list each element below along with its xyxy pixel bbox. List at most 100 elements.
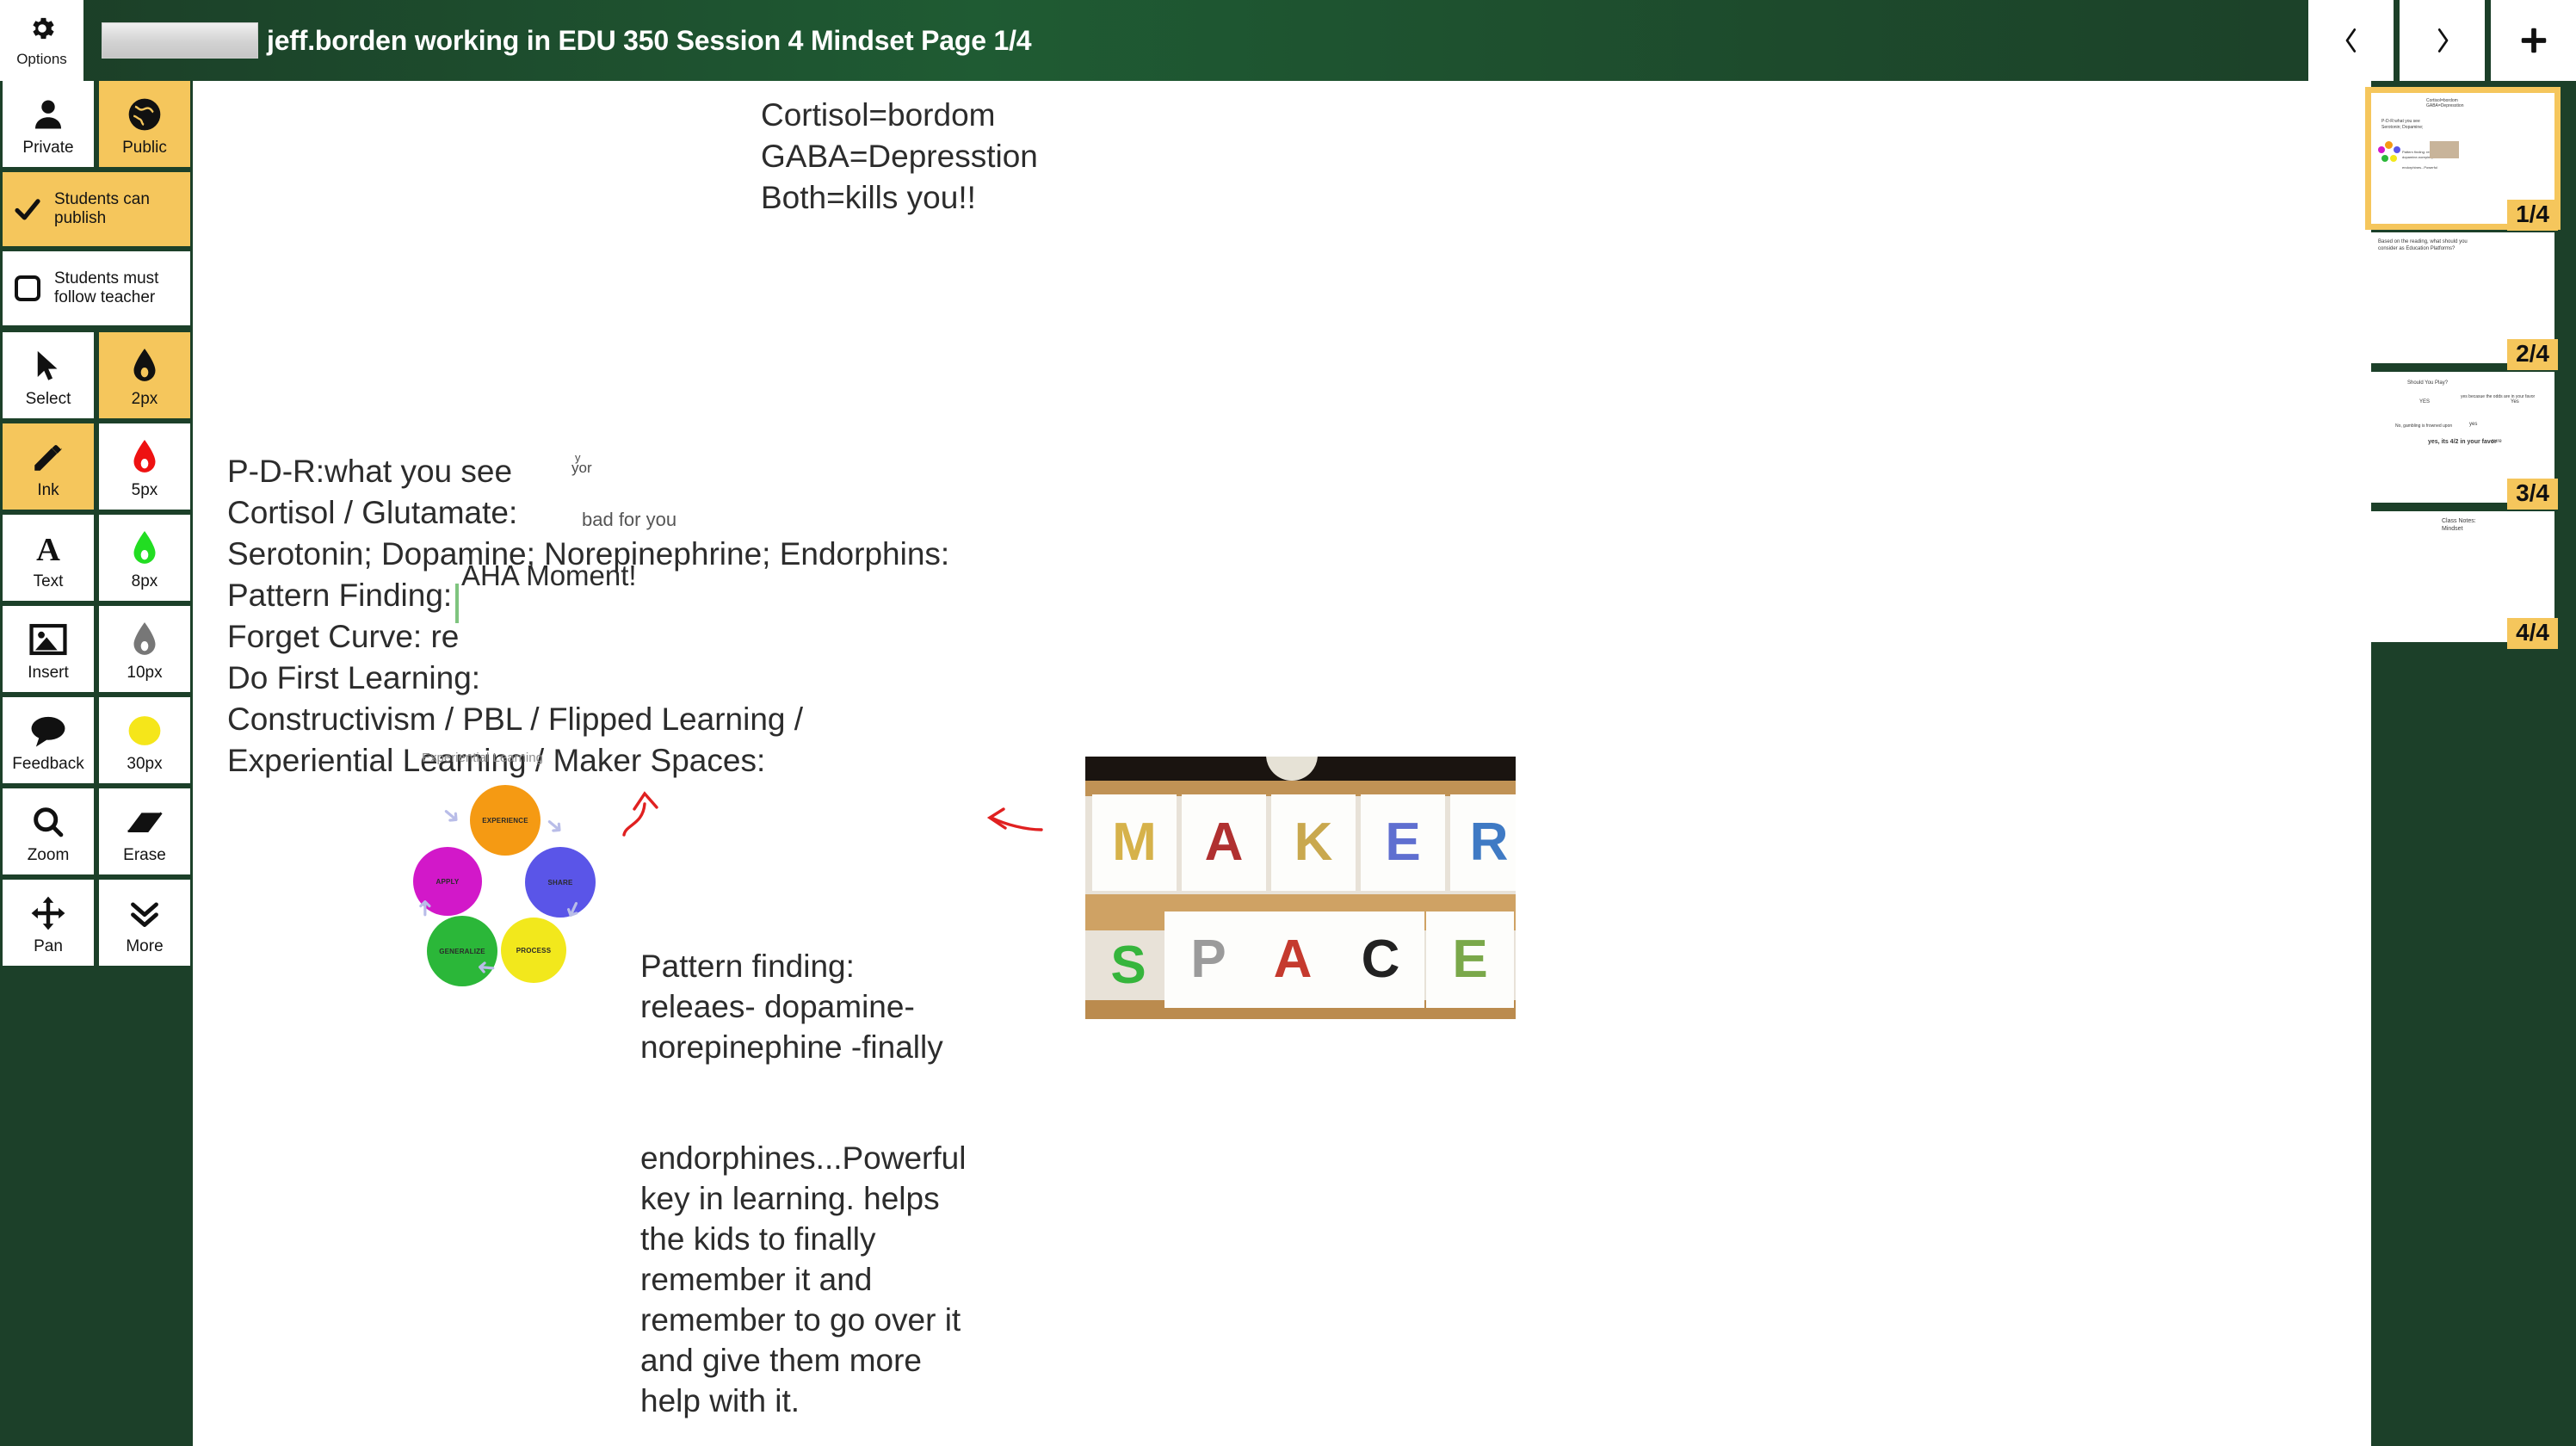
page-thumbnail-3[interactable]: Should You Play? YES yes becasue the odd… xyxy=(2371,372,2558,510)
paragraph-line: endorphines...Powerful xyxy=(640,1140,967,1176)
page-thumbnail-strip: Cortisol=bordom GABA=Depresstion P-D-R:w… xyxy=(2365,81,2576,1446)
thumb-line: No, gambling is frowned upon xyxy=(2395,423,2453,429)
thumb-cycle-dot xyxy=(2385,141,2393,149)
chevron-left-icon xyxy=(2338,23,2364,58)
visibility-row: Private Public xyxy=(0,81,193,167)
thumb-line: yes becasue the odds are in your favor xyxy=(2461,394,2536,399)
paragraph-line: norepinephine -finally xyxy=(640,1029,943,1065)
red-arrow-up-annotation xyxy=(619,787,670,844)
students-can-publish-toggle[interactable]: Students can publish xyxy=(3,172,190,246)
stroke-2px-label: 2px xyxy=(131,389,158,408)
photo-letter-card: S xyxy=(1089,925,1168,1006)
private-button[interactable]: Private xyxy=(3,81,94,167)
thumbnail-page-badge: 2/4 xyxy=(2507,339,2558,370)
image-icon xyxy=(28,617,68,662)
thumb-photo xyxy=(2430,141,2459,158)
thumb-line: Serotonin; Dopamine; xyxy=(2381,125,2424,130)
plus-icon xyxy=(2517,24,2550,57)
tool-row-3: A Text 8px xyxy=(0,515,193,601)
magnifier-icon xyxy=(30,800,66,844)
add-page-button[interactable] xyxy=(2491,0,2576,81)
pattern-finding-paragraph: Pattern finding: releaes- dopamine- nore… xyxy=(640,946,943,1067)
page-thumbnail-1[interactable]: Cortisol=bordom GABA=Depresstion P-D-R:w… xyxy=(2365,87,2561,231)
paragraph-line: remember to go over it xyxy=(640,1302,961,1338)
cycle-arrow-icon: ➜ xyxy=(436,799,467,831)
zoom-tool-button[interactable]: Zoom xyxy=(3,788,94,874)
header-line: Both=kills you!! xyxy=(761,180,976,215)
photo-letter-card: E xyxy=(1426,911,1514,1008)
feedback-tool-button[interactable]: Feedback xyxy=(3,697,94,783)
photo-letter: K xyxy=(1294,813,1333,872)
page-thumbnail-4[interactable]: Class Notes: Mindset 4/4 xyxy=(2371,511,2558,649)
note-line: P-D-R:what you see y yor xyxy=(227,451,949,492)
stroke-2px-button[interactable]: 2px xyxy=(99,332,190,418)
more-tools-button[interactable]: More xyxy=(99,880,190,966)
thumb-line: Yes xyxy=(2511,399,2519,405)
photo-letter: S xyxy=(1110,936,1146,995)
tool-row-6: Zoom Erase xyxy=(0,788,193,874)
top-bar: Options jeff.borden working in EDU 350 S… xyxy=(0,0,2576,81)
stroke-8px-button[interactable]: 8px xyxy=(99,515,190,601)
stroke-5px-button[interactable]: 5px xyxy=(99,423,190,510)
pan-label: Pan xyxy=(34,936,63,955)
paragraph-line: Pattern finding: xyxy=(640,949,855,984)
photo-letter-card: E xyxy=(1361,794,1445,891)
aha-moment-annotation: AHA Moment! xyxy=(461,559,637,591)
select-tool-button[interactable]: Select xyxy=(3,332,94,418)
eraser-icon xyxy=(125,800,164,844)
photo-letter: E xyxy=(1452,930,1488,989)
photo-letter-card: K xyxy=(1271,794,1356,891)
thumb-line: Should You Play? xyxy=(2407,380,2449,386)
public-button[interactable]: Public xyxy=(99,81,190,167)
note-line-text: P-D-R:what you see xyxy=(227,454,513,489)
note-line-text: Cortisol / Glutamate: xyxy=(227,495,518,530)
photo-letter: A xyxy=(1204,813,1244,872)
tool-panel: Private Public Students can publish Stud… xyxy=(0,81,193,989)
next-page-button[interactable] xyxy=(2400,0,2485,81)
thumbnail-page-badge: 1/4 xyxy=(2507,200,2558,231)
thumb-line: endorphines...Powerful xyxy=(2402,165,2437,170)
students-can-publish-row: Students can publish xyxy=(0,172,193,246)
photo-letter-card: M xyxy=(1092,794,1177,891)
thumb-cycle-dot xyxy=(2378,146,2385,153)
photo-letter-card: A xyxy=(1249,911,1337,1008)
ink-tool-button[interactable]: Ink xyxy=(3,423,94,510)
cycle-node-experience: EXPERIENCE xyxy=(470,785,541,856)
insert-tool-button[interactable]: Insert xyxy=(3,606,94,692)
tool-row-1: Select 2px xyxy=(0,332,193,418)
previous-page-button[interactable] xyxy=(2308,0,2394,81)
handwritten-yor-annotation: yor xyxy=(571,460,592,476)
cycle-title: Experiential Learning xyxy=(422,751,543,765)
insert-label: Insert xyxy=(28,663,69,682)
students-must-follow-row: Students must follow teacher xyxy=(0,251,193,325)
photo-letter: C xyxy=(1361,930,1400,989)
stroke-5px-label: 5px xyxy=(131,480,158,499)
stroke-10px-button[interactable]: 10px xyxy=(99,606,190,692)
photo-letter-card: P xyxy=(1164,911,1252,1008)
options-button[interactable]: Options xyxy=(0,0,83,81)
feedback-label: Feedback xyxy=(12,754,84,773)
person-icon xyxy=(29,92,67,137)
text-tool-button[interactable]: A Text xyxy=(3,515,94,601)
students-must-follow-teacher-toggle[interactable]: Students must follow teacher xyxy=(3,251,190,325)
whiteboard-canvas[interactable]: Cortisol=bordom GABA=Depresstion Both=ki… xyxy=(193,81,2371,1446)
thumb-line: yes, its 4/2 in your favor xyxy=(2428,439,2497,445)
page-thumbnail-2[interactable]: Based on the reading, what should you co… xyxy=(2371,232,2558,370)
stroke-30px-button[interactable]: 30px xyxy=(99,697,190,783)
pencil-icon xyxy=(30,435,66,479)
canvas-header-text: Cortisol=bordom GABA=Depresstion Both=ki… xyxy=(761,95,1038,219)
thumb-line: Based on the reading, what should you xyxy=(2378,239,2468,244)
pan-tool-button[interactable]: Pan xyxy=(3,880,94,966)
tool-row-4: Insert 10px xyxy=(0,606,193,692)
note-line: Forget Curve: re xyxy=(227,619,460,654)
thumb-cycle-dot xyxy=(2394,146,2400,153)
header-line: GABA=Depresstion xyxy=(761,139,1038,174)
maker-space-photo: M A K E R S P A C E xyxy=(1085,757,1516,1019)
photo-letter-card: A xyxy=(1182,794,1266,891)
paragraph-line: the kids to finally xyxy=(640,1221,876,1257)
chevron-right-icon xyxy=(2430,23,2456,58)
photo-letter: M xyxy=(1112,813,1157,872)
select-label: Select xyxy=(25,389,71,408)
options-label: Options xyxy=(16,51,67,67)
erase-tool-button[interactable]: Erase xyxy=(99,788,190,874)
